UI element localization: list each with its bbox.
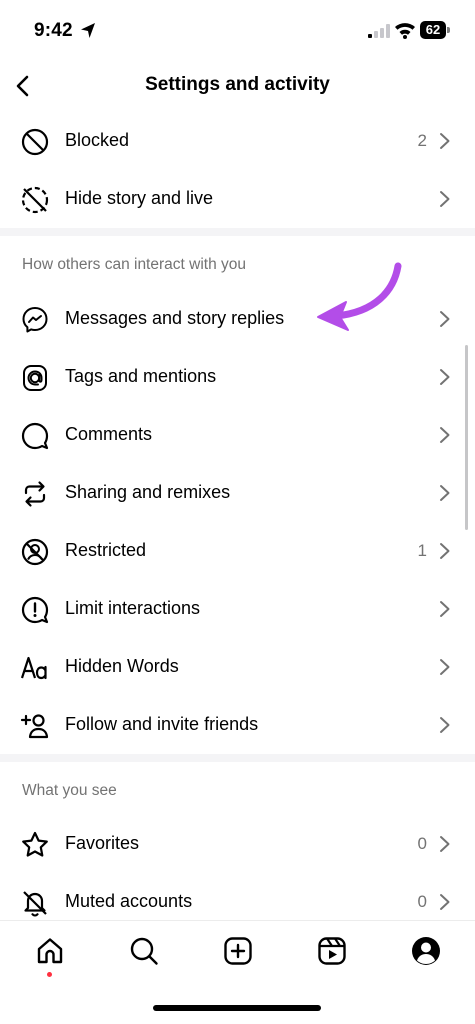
row-blocked[interactable]: Blocked 2 — [0, 112, 475, 170]
chevron-right-icon — [440, 369, 450, 385]
add-person-icon — [20, 714, 49, 739]
chevron-right-icon — [440, 485, 450, 501]
cellular-signal-icon — [368, 24, 390, 38]
chevron-right-icon — [440, 894, 450, 910]
row-label: Restricted — [65, 540, 147, 560]
chevron-right-icon — [440, 191, 450, 207]
home-icon[interactable] — [34, 935, 66, 967]
section-title: How others can interact with you — [22, 256, 246, 273]
row-count: 0 — [417, 892, 427, 911]
row-count: 1 — [417, 541, 427, 560]
row-count: 0 — [417, 834, 427, 853]
row-favorites[interactable]: Favorites 0 — [0, 815, 475, 873]
chevron-right-icon — [440, 311, 450, 327]
chevron-right-icon — [440, 659, 450, 675]
home-indicator — [153, 1005, 321, 1011]
row-hidden-words[interactable]: Hidden Words — [0, 638, 475, 696]
messenger-icon — [22, 307, 48, 333]
muted-bell-icon — [23, 891, 47, 917]
status-bar: 9:42 62 — [0, 0, 475, 60]
row-label: Hidden Words — [65, 656, 179, 676]
row-label: Favorites — [65, 833, 140, 853]
row-label: Sharing and remixes — [65, 482, 231, 502]
section-title: What you see — [22, 782, 117, 799]
at-sign-icon — [23, 365, 47, 391]
exclamation-circle-icon — [21, 596, 49, 624]
restricted-icon — [21, 538, 49, 566]
row-label: Limit interactions — [65, 598, 201, 618]
battery-level: 62 — [420, 21, 446, 39]
chevron-right-icon — [440, 717, 450, 733]
profile-icon[interactable] — [410, 935, 442, 967]
page-title: Settings and activity — [145, 74, 330, 95]
row-count: 2 — [417, 131, 427, 150]
chevron-right-icon — [440, 133, 450, 149]
chevron-right-icon — [440, 601, 450, 617]
star-icon — [22, 831, 48, 857]
reels-icon[interactable] — [316, 935, 348, 967]
scrollbar[interactable] — [465, 345, 468, 530]
section-divider — [0, 754, 475, 762]
row-limit-interactions[interactable]: Limit interactions — [0, 580, 475, 638]
comment-bubble-icon — [21, 422, 49, 450]
repost-icon — [24, 481, 46, 507]
text-aa-icon — [20, 656, 47, 680]
row-label: Messages and story replies — [65, 308, 285, 328]
chevron-right-icon — [440, 427, 450, 443]
row-sharing[interactable]: Sharing and remixes — [0, 464, 475, 522]
chevron-right-icon — [440, 836, 450, 852]
row-label: Blocked — [65, 130, 130, 150]
row-label: Follow and invite friends — [65, 714, 259, 734]
wifi-icon — [395, 23, 415, 39]
create-icon[interactable] — [222, 935, 254, 967]
battery-icon: 62 — [420, 21, 450, 39]
row-comments[interactable]: Comments — [0, 406, 475, 464]
row-label: Comments — [65, 424, 153, 444]
notification-dot — [47, 972, 52, 977]
location-arrow-icon — [81, 23, 95, 38]
blocked-icon — [21, 128, 49, 156]
hide-story-icon — [21, 186, 49, 214]
status-time: 9:42 — [34, 20, 73, 41]
section-divider — [0, 228, 475, 236]
row-label: Muted accounts — [65, 891, 193, 911]
row-restricted[interactable]: Restricted 1 — [0, 522, 475, 580]
annotation-arrow-icon — [317, 262, 402, 331]
row-label: Hide story and live — [65, 188, 214, 208]
row-follow-invite[interactable]: Follow and invite friends — [0, 696, 475, 754]
row-tags[interactable]: Tags and mentions — [0, 348, 475, 406]
header: Settings and activity — [0, 60, 475, 112]
search-icon[interactable] — [128, 935, 160, 967]
row-label: Tags and mentions — [65, 366, 217, 386]
row-hide-story[interactable]: Hide story and live — [0, 170, 475, 228]
chevron-right-icon — [440, 543, 450, 559]
